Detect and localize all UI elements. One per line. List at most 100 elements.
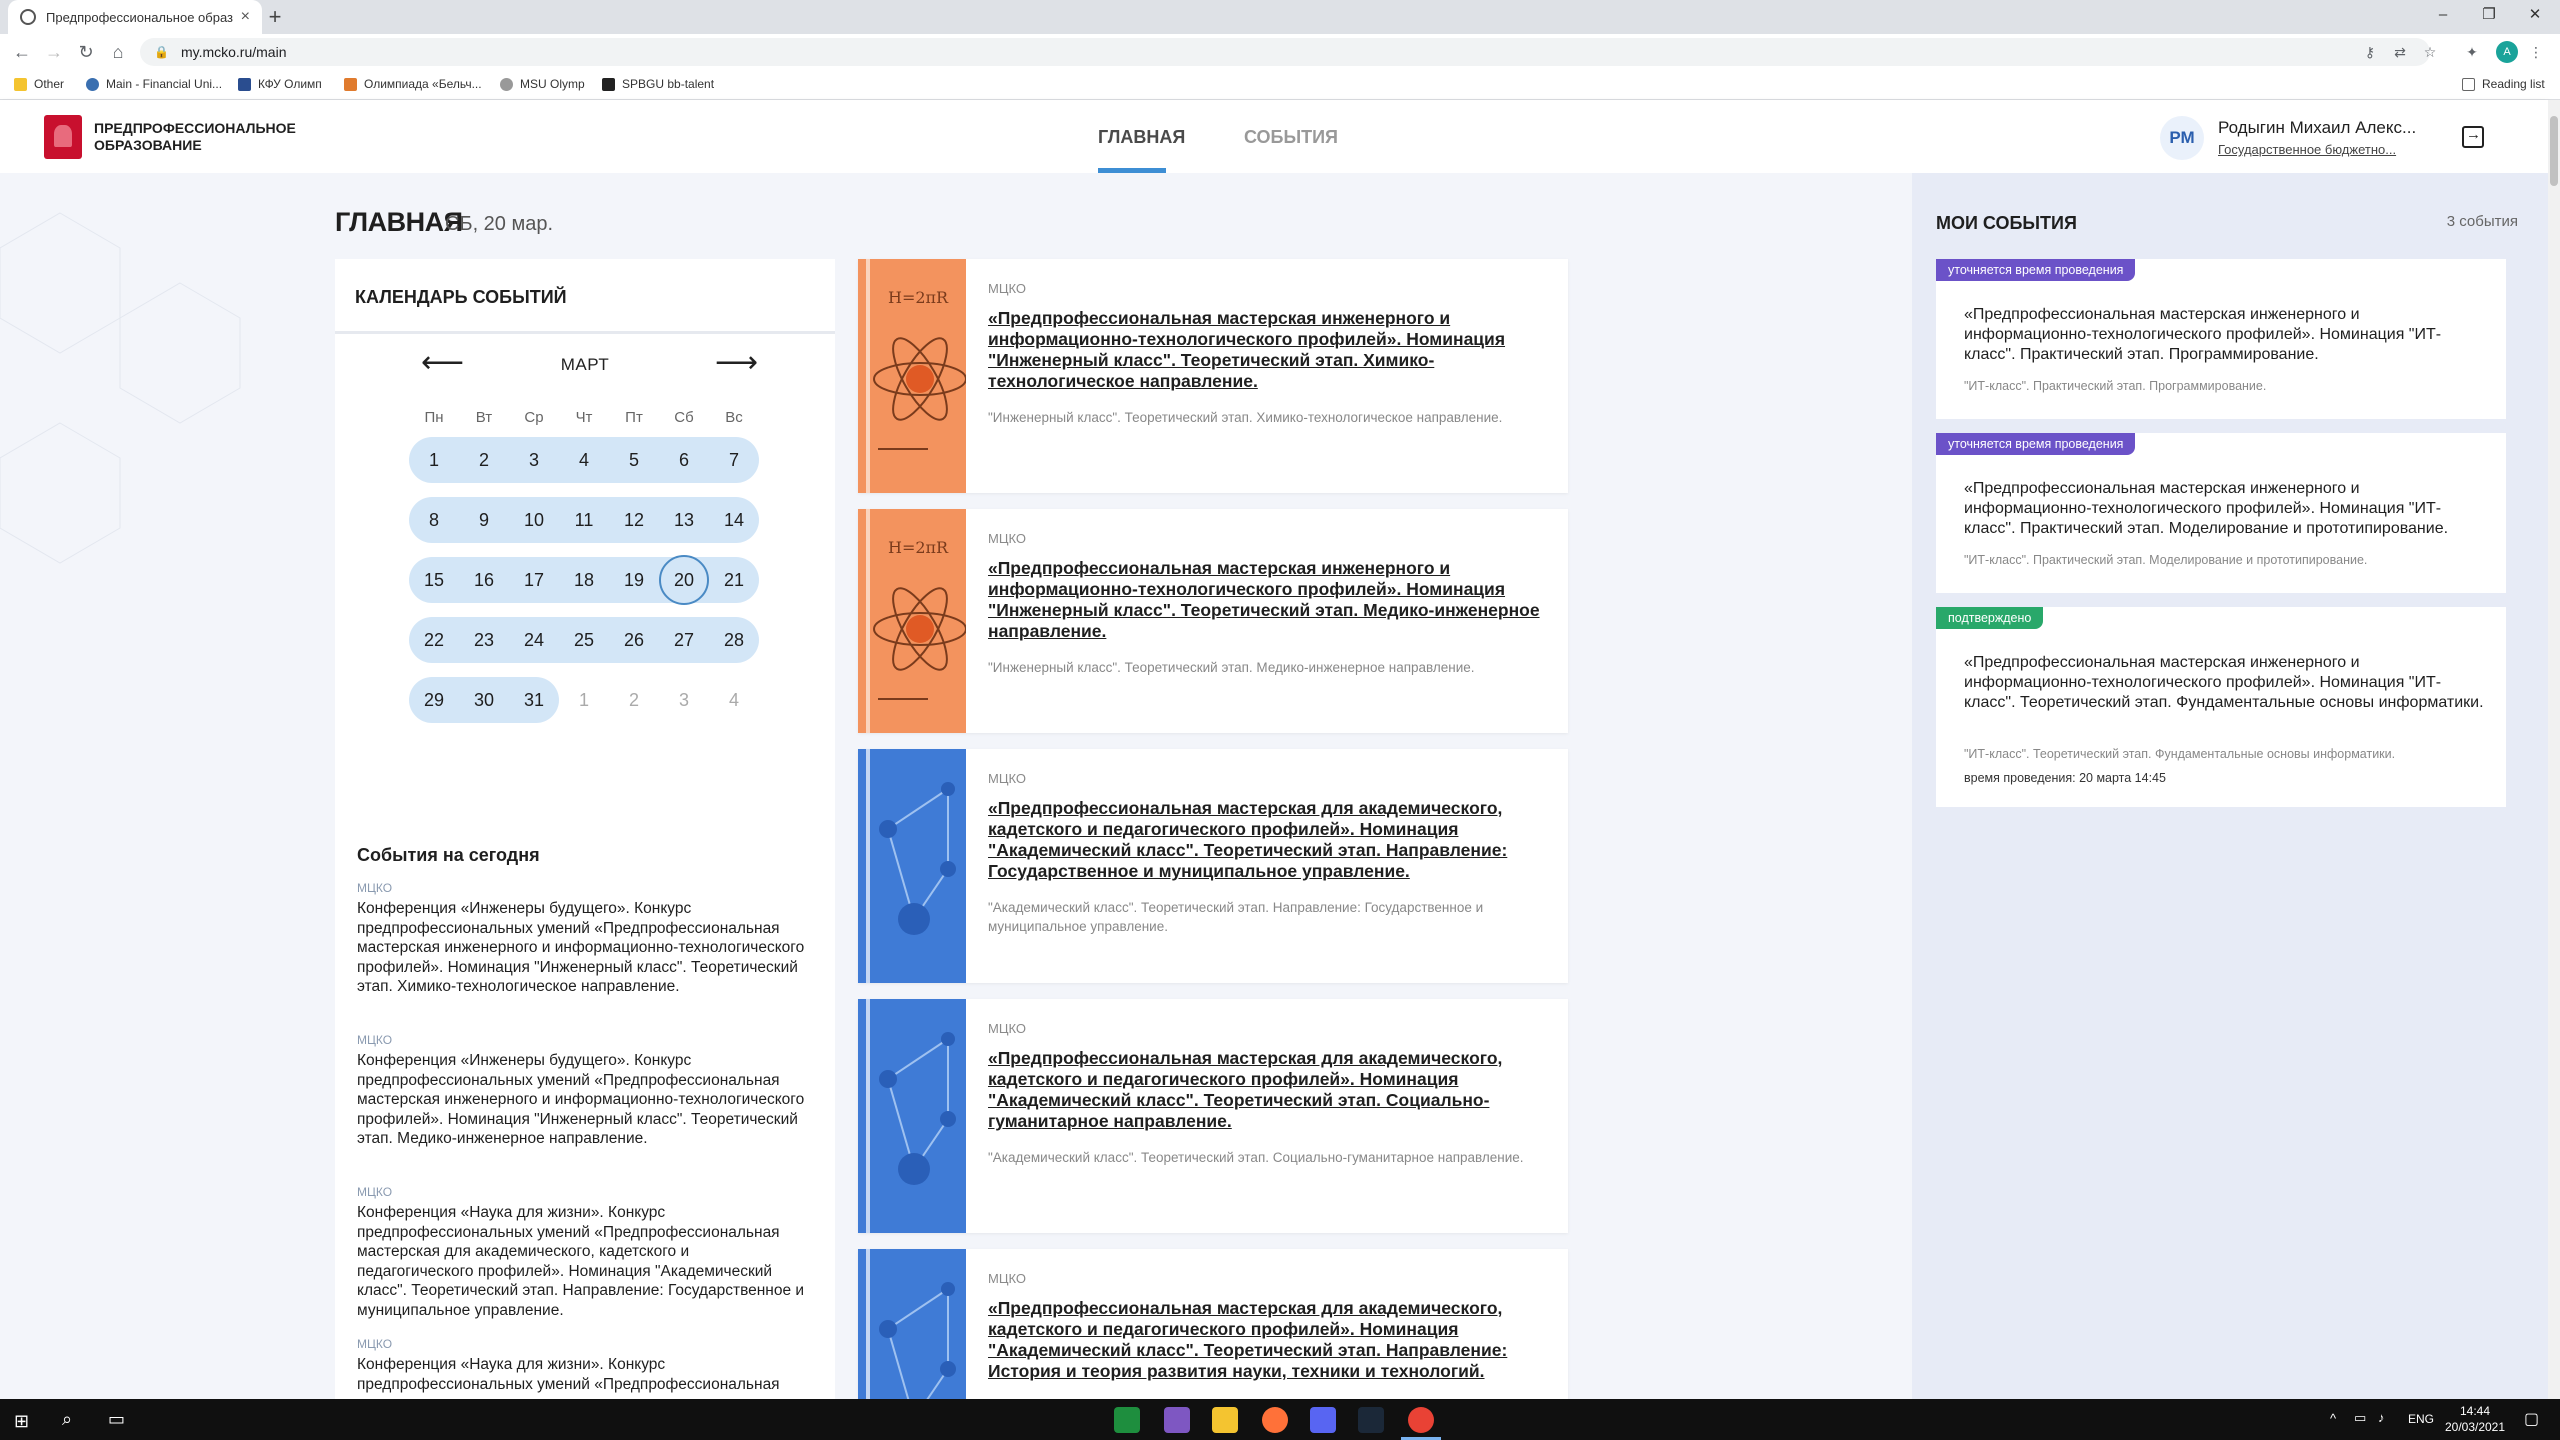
event-title-link[interactable]: «Предпрофессиональная мастерская инженер… (988, 558, 1548, 642)
moscow-emblem-icon[interactable] (44, 115, 82, 159)
calendar-day[interactable]: 17 (509, 557, 559, 603)
user-avatar[interactable]: РМ (2160, 116, 2204, 160)
calendar-day[interactable]: 31 (509, 677, 559, 723)
calendar-day[interactable]: 3 (659, 677, 709, 723)
new-tab-button[interactable]: + (262, 4, 288, 30)
volume-icon[interactable]: ♪ (2378, 1410, 2385, 1425)
chrome-icon[interactable] (1408, 1407, 1434, 1433)
calendar-day[interactable]: 21 (709, 557, 759, 603)
my-event-card[interactable]: уточняется время проведения «Предпрофесс… (1936, 259, 2506, 419)
clock[interactable]: 14:44 20/03/2021 (2440, 1403, 2510, 1435)
calendar-day[interactable]: 10 (509, 497, 559, 543)
calendar-day[interactable]: 28 (709, 617, 759, 663)
visual-studio-icon[interactable] (1164, 1407, 1190, 1433)
event-title-link[interactable]: «Предпрофессиональная мастерская инженер… (988, 308, 1548, 392)
calendar-day[interactable]: 14 (709, 497, 759, 543)
calendar-day[interactable]: 8 (409, 497, 459, 543)
window-close-icon[interactable]: ✕ (2512, 0, 2558, 34)
next-month-arrow-icon[interactable]: ⟶ (715, 345, 758, 380)
search-icon[interactable]: ⌕ (62, 1409, 72, 1430)
translate-icon[interactable]: ⇄ (2390, 42, 2410, 62)
back-icon[interactable]: ← (8, 38, 36, 66)
tab-close-icon[interactable]: × (241, 8, 250, 26)
calendar-day[interactable]: 12 (609, 497, 659, 543)
tray-chevron-icon[interactable]: ^ (2330, 1411, 2336, 1426)
star-icon[interactable]: ☆ (2420, 42, 2440, 62)
steam-icon[interactable] (1358, 1407, 1384, 1433)
event-title-link[interactable]: «Предпрофессиональная мастерская для ака… (988, 1298, 1548, 1382)
nav-main[interactable]: ГЛАВНАЯ (1098, 127, 1185, 148)
calendar-day[interactable]: 15 (409, 557, 459, 603)
key-icon[interactable]: ⚷ (2360, 42, 2380, 62)
network-icon[interactable]: ▭ (2354, 1410, 2366, 1426)
prev-month-arrow-icon[interactable]: ⟵ (421, 345, 464, 380)
calendar-day[interactable]: 5 (609, 437, 659, 483)
file-explorer-icon[interactable] (1212, 1407, 1238, 1433)
today-event-item[interactable]: МЦКО Конференция «Наука для жизни». Конк… (357, 1337, 807, 1394)
calendar-day[interactable]: 11 (559, 497, 609, 543)
calendar-day[interactable]: 18 (559, 557, 609, 603)
calendar-day[interactable]: 2 (459, 437, 509, 483)
page-scrollbar[interactable] (2548, 100, 2560, 1399)
event-card[interactable]: МЦКО «Предпрофессиональная мастерская дл… (858, 999, 1568, 1233)
logo-text[interactable]: Предпрофессиональное образование (94, 120, 296, 154)
bookmark-other[interactable]: Other (14, 77, 64, 91)
calendar-day[interactable]: 22 (409, 617, 459, 663)
calendar-day[interactable]: 19 (609, 557, 659, 603)
calendar-day[interactable]: 4 (709, 677, 759, 723)
discord-icon[interactable] (1310, 1407, 1336, 1433)
task-view-icon[interactable]: ▭ (108, 1409, 125, 1430)
today-event-item[interactable]: МЦКО Конференция «Инженеры будущего». Ко… (357, 881, 807, 997)
calendar-day[interactable]: 7 (709, 437, 759, 483)
event-card[interactable]: МЦКО «Предпрофессиональная мастерская дл… (858, 1249, 1568, 1399)
firefox-icon[interactable] (1262, 1407, 1288, 1433)
calendar-day[interactable]: 23 (459, 617, 509, 663)
event-title-link[interactable]: «Предпрофессиональная мастерская для ака… (988, 1048, 1548, 1132)
bookmark-olymp[interactable]: Олимпиада «Бельч... (344, 77, 482, 91)
bookmark-kfu[interactable]: КФУ Олимп (238, 77, 322, 91)
browser-tab[interactable]: Предпрофессиональное образ × (8, 0, 262, 34)
calendar-day[interactable]: 2 (609, 677, 659, 723)
calendar-day[interactable]: 24 (509, 617, 559, 663)
calendar-day[interactable]: 30 (459, 677, 509, 723)
menu-icon[interactable]: ⋮ (2526, 42, 2546, 62)
input-language[interactable]: ENG (2408, 1412, 2434, 1426)
calendar-day[interactable]: 6 (659, 437, 709, 483)
calendar-day[interactable]: 3 (509, 437, 559, 483)
extensions-icon[interactable]: ✦ (2462, 42, 2482, 62)
today-event-item[interactable]: МЦКО Конференция «Инженеры будущего». Ко… (357, 1033, 807, 1149)
calendar-day[interactable]: 26 (609, 617, 659, 663)
logout-icon[interactable] (2462, 126, 2484, 148)
calendar-day[interactable]: 1 (409, 437, 459, 483)
calendar-day[interactable]: 29 (409, 677, 459, 723)
my-event-card[interactable]: подтверждено «Предпрофессиональная масте… (1936, 607, 2506, 807)
user-organization[interactable]: Государственное бюджетно... (2218, 142, 2396, 157)
event-title-link[interactable]: «Предпрофессиональная мастерская для ака… (988, 798, 1548, 882)
user-name[interactable]: Родыгин Михаил Алекс... (2218, 118, 2416, 138)
today-event-item[interactable]: МЦКО Конференция «Наука для жизни». Конк… (357, 1185, 807, 1320)
nav-events[interactable]: СОБЫТИЯ (1244, 127, 1338, 148)
calendar-day[interactable]: 9 (459, 497, 509, 543)
home-icon[interactable]: ⌂ (104, 38, 132, 66)
calendar-day[interactable]: 1 (559, 677, 609, 723)
event-card[interactable]: H=2πR МЦКО «Предпрофессиональная мастерс… (858, 259, 1568, 493)
bookmark-msu[interactable]: MSU Olymp (500, 77, 585, 91)
bookmark-spbgu[interactable]: SPBGU bb-talent (602, 77, 714, 91)
address-bar[interactable]: 🔒 my.mcko.ru/main (140, 38, 2430, 66)
calendar-day[interactable]: 27 (659, 617, 709, 663)
app-icon[interactable] (1114, 1407, 1140, 1433)
windows-start-icon[interactable]: ⊞ (14, 1411, 29, 1432)
calendar-day[interactable]: 25 (559, 617, 609, 663)
minimize-icon[interactable]: – (2420, 0, 2466, 34)
restore-icon[interactable]: ❐ (2466, 0, 2512, 34)
reading-list[interactable]: Reading list (2462, 77, 2545, 91)
event-card[interactable]: МЦКО «Предпрофессиональная мастерская дл… (858, 749, 1568, 983)
reload-icon[interactable]: ↻ (72, 38, 100, 66)
forward-icon[interactable]: → (40, 38, 68, 66)
calendar-day[interactable]: 16 (459, 557, 509, 603)
calendar-day[interactable]: 13 (659, 497, 709, 543)
event-card[interactable]: H=2πR МЦКО «Предпрофессиональная мастерс… (858, 509, 1568, 733)
my-event-card[interactable]: уточняется время проведения «Предпрофесс… (1936, 433, 2506, 593)
profile-avatar[interactable]: A (2496, 41, 2518, 63)
calendar-day[interactable]: 4 (559, 437, 609, 483)
